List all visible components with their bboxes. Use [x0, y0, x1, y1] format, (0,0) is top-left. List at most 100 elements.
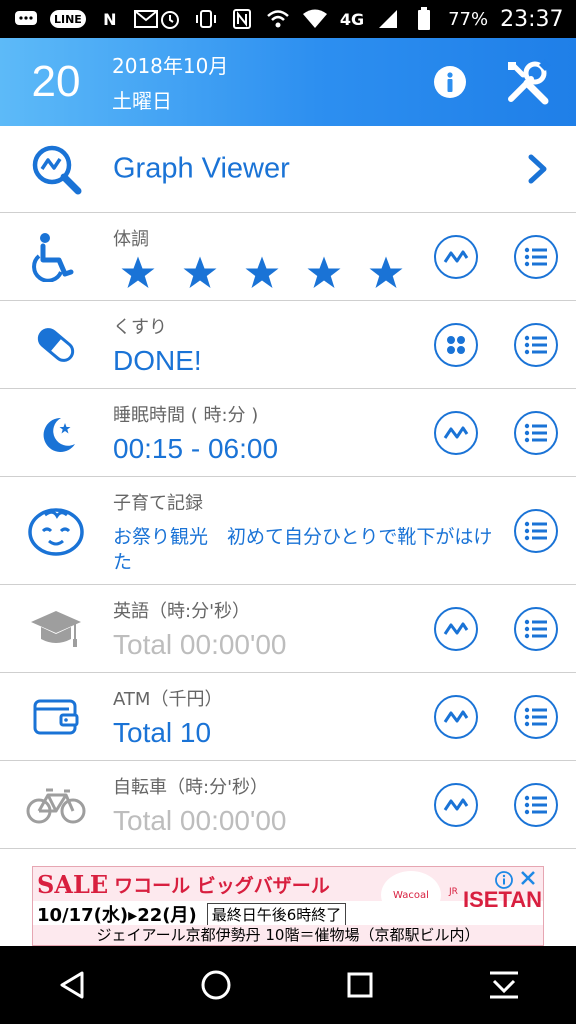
- grid-button[interactable]: [434, 322, 478, 367]
- ad-final-day: 最終日午後6時終了: [206, 902, 347, 926]
- home-button[interactable]: [186, 955, 246, 1015]
- info-button[interactable]: [420, 52, 480, 112]
- condition-label: 体調: [113, 229, 149, 250]
- hide-nav-button[interactable]: [474, 955, 534, 1015]
- list-button[interactable]: [514, 508, 558, 553]
- sleep-label: 睡眠時間 ( 時:分 ): [113, 405, 259, 426]
- mail-icon: [133, 7, 158, 31]
- star-icon[interactable]: [182, 255, 218, 291]
- list-button[interactable]: [514, 606, 558, 651]
- atm-label: ATM（千円）: [113, 689, 223, 710]
- chart-line-icon: [443, 622, 469, 635]
- medicine-row[interactable]: くすり DONE!: [0, 301, 576, 389]
- sleep-row[interactable]: 睡眠時間 ( 時:分 ) 00:15 - 06:00: [0, 389, 576, 477]
- settings-button[interactable]: [498, 52, 558, 112]
- ad-title: ワコール ビッグバザール: [114, 874, 330, 897]
- home-circle-icon: [201, 970, 231, 1000]
- ad-close-icon[interactable]: [519, 869, 537, 887]
- list-icon: [524, 247, 547, 266]
- list-icon: [524, 335, 547, 354]
- graph-viewer-row[interactable]: Graph Viewer: [0, 126, 576, 213]
- signal-icon: [376, 7, 400, 31]
- chevron-down-bar-icon: [490, 971, 518, 999]
- medicine-value: DONE!: [113, 345, 202, 376]
- alarm-icon: [158, 7, 182, 31]
- back-triangle-icon: [60, 971, 84, 999]
- graph-button[interactable]: [434, 234, 478, 279]
- line-app-icon: LINE: [50, 10, 86, 28]
- ad-location: ジェイアール京都伊勢丹 10階＝催物場（京都駅ビル内）: [33, 925, 543, 945]
- ad-wacoal-logo: Wacoal: [381, 871, 441, 919]
- weekday: 土曜日: [112, 89, 172, 113]
- star-icon[interactable]: [306, 255, 342, 291]
- ad-dates: 10/17(水)▸22(月): [37, 905, 197, 926]
- battery-percent: 77%: [448, 8, 489, 30]
- list-button[interactable]: [514, 410, 558, 455]
- chevron-right-icon: [526, 153, 550, 185]
- moon-icon: [22, 399, 90, 467]
- english-label: 英語（時:分'秒）: [113, 601, 251, 622]
- wifi-icon: [302, 7, 328, 31]
- graph-button[interactable]: [434, 410, 478, 455]
- dots-grid-icon: [447, 335, 465, 354]
- bicycle-icon: [22, 771, 90, 839]
- ad-jr-logo: JR: [449, 887, 458, 897]
- chart-line-icon: [443, 250, 469, 263]
- graph-button[interactable]: [434, 606, 478, 651]
- year-month: 2018年10月: [112, 54, 229, 78]
- parenting-row[interactable]: 子育て記録 お祭り観光 初めて自分ひとりで靴下がはけた: [0, 477, 576, 585]
- wallet-icon: [22, 683, 90, 751]
- graph-viewer-label: Graph Viewer: [113, 152, 290, 185]
- list-icon: [524, 795, 547, 814]
- graph-button[interactable]: [434, 782, 478, 827]
- list-icon: [524, 707, 547, 726]
- list-icon: [524, 423, 547, 442]
- parenting-label: 子育て記録: [113, 493, 203, 514]
- list-button[interactable]: [514, 694, 558, 739]
- record-list: Graph Viewer 体調 くすり DONE! 睡眠時間 (時:分) 0…: [0, 126, 576, 849]
- clock: 23:37: [500, 6, 564, 32]
- list-button[interactable]: [514, 234, 558, 279]
- date-header: 20 2018年10月 土曜日: [0, 38, 576, 126]
- day-number[interactable]: 20: [0, 57, 112, 107]
- date-info[interactable]: 2018年10月 土曜日: [112, 50, 420, 114]
- graduation-cap-icon: [22, 595, 90, 663]
- atm-row[interactable]: ATM（千円） Total 10: [0, 673, 576, 761]
- chart-line-icon: [443, 710, 469, 723]
- bicycle-label: 自転車（時:分'秒）: [113, 777, 269, 798]
- english-value: Total 00:00'00: [113, 629, 287, 660]
- info-icon: [434, 66, 466, 98]
- ad-sale-text: SALE: [37, 869, 109, 899]
- chart-line-icon: [443, 426, 469, 439]
- sleep-value: 00:15 - 06:00: [113, 433, 279, 464]
- ad-isetan-logo: ISETAN: [463, 887, 543, 912]
- bicycle-row[interactable]: 自転車（時:分'秒） Total 00:00'00: [0, 761, 576, 849]
- list-button[interactable]: [514, 782, 558, 827]
- chart-line-icon: [443, 798, 469, 811]
- ad-banner[interactable]: SALE ワコール ビッグバザール 10/17(水)▸22(月) 最終日午後6時…: [32, 866, 544, 946]
- parenting-note: お祭り観光 初めて自分ひとりで靴下がはけた: [113, 526, 493, 573]
- recents-button[interactable]: [330, 955, 390, 1015]
- ad-info-icon[interactable]: [495, 871, 513, 889]
- wheelchair-icon: [22, 223, 90, 291]
- list-icon: [524, 619, 547, 638]
- star-icon[interactable]: [120, 255, 156, 291]
- english-row[interactable]: 英語（時:分'秒） Total 00:00'00: [0, 585, 576, 673]
- status-bar: LINE N 4G 77% 23:37: [0, 0, 576, 38]
- bicycle-value: Total 00:00'00: [113, 805, 287, 836]
- n-app-icon: N: [103, 9, 117, 29]
- vibrate-icon: [194, 7, 218, 31]
- nfc-icon: [230, 7, 254, 31]
- back-button[interactable]: [42, 955, 102, 1015]
- network-type: 4G: [339, 9, 365, 29]
- wifi-calling-icon: [266, 7, 290, 31]
- list-icon: [524, 521, 547, 540]
- pill-icon: [22, 311, 90, 379]
- list-button[interactable]: [514, 322, 558, 367]
- graph-button[interactable]: [434, 694, 478, 739]
- condition-rating[interactable]: [120, 255, 404, 291]
- star-icon[interactable]: [368, 255, 404, 291]
- battery-icon: [412, 7, 436, 31]
- condition-row[interactable]: 体調: [0, 213, 576, 301]
- star-icon[interactable]: [244, 255, 280, 291]
